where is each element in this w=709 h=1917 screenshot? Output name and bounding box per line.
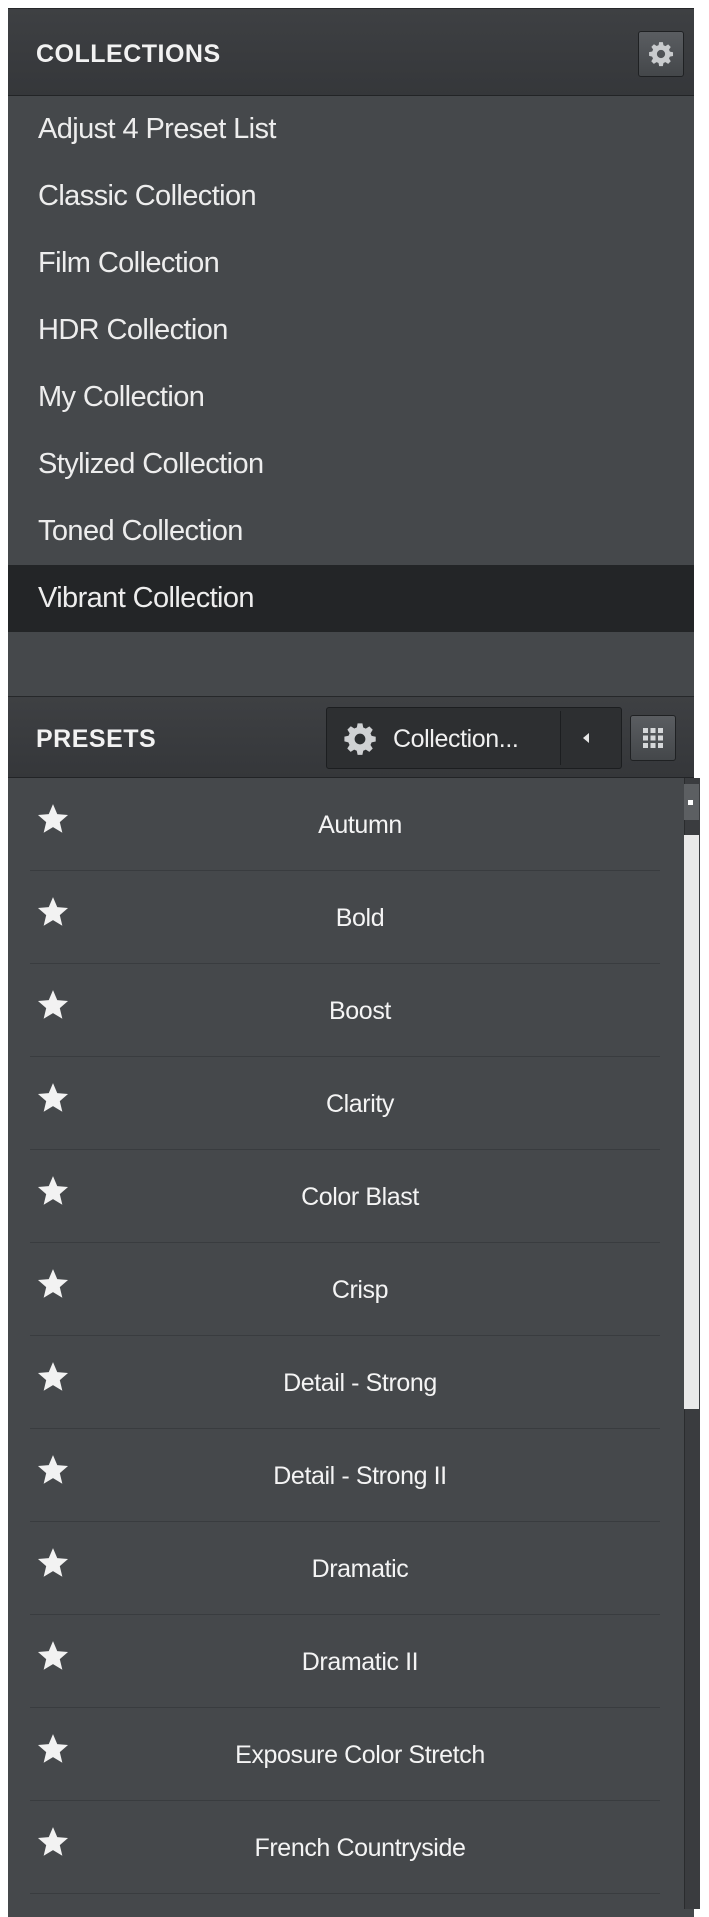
collection-item-label: Toned Collection: [38, 515, 243, 547]
preset-row[interactable]: Exposure Color Stretch: [30, 1708, 660, 1801]
dropdown-label: Collection...: [393, 725, 519, 753]
preset-name: Bold: [335, 904, 385, 932]
preset-row[interactable]: Dramatic II: [30, 1615, 660, 1708]
scroll-indicator-dot: [688, 800, 693, 805]
preset-name: Crisp: [331, 1276, 389, 1304]
preset-row[interactable]: Autumn: [30, 778, 660, 871]
scrollbar-thumb[interactable]: [684, 835, 699, 1409]
collection-item-label: Vibrant Collection: [38, 582, 255, 614]
collection-item-selected[interactable]: Vibrant Collection: [8, 565, 694, 632]
preset-row[interactable]: Detail - Strong II: [30, 1429, 660, 1522]
triangle-left-icon: [583, 733, 589, 743]
collection-item-label: HDR Collection: [38, 314, 228, 346]
collection-item-label: Stylized Collection: [38, 448, 264, 480]
preset-row[interactable]: French Countryside: [30, 1801, 660, 1894]
preset-name: Dramatic: [311, 1555, 409, 1583]
grid-view-button[interactable]: [630, 715, 676, 761]
presets-title: PRESETS: [36, 725, 157, 753]
collection-dropdown[interactable]: Collection...: [326, 707, 622, 769]
preset-name: Detail - Strong II: [273, 1462, 447, 1490]
preset-name: Boost: [329, 997, 391, 1025]
preset-name: Detail - Strong: [283, 1369, 437, 1397]
gear-icon: [649, 42, 674, 67]
dropdown-arrow-button[interactable]: [560, 711, 611, 765]
collection-item[interactable]: My Collection: [8, 364, 694, 431]
preset-row[interactable]: Clarity: [30, 1057, 660, 1150]
preset-row[interactable]: Boost: [30, 964, 660, 1057]
collection-item-label: My Collection: [38, 381, 205, 413]
preset-name: French Countryside: [254, 1834, 466, 1862]
collection-item-label: Adjust 4 Preset List: [38, 113, 276, 145]
grid-icon: [643, 728, 663, 748]
preset-row[interactable]: Color Blast: [30, 1150, 660, 1243]
preset-row[interactable]: Crisp: [30, 1243, 660, 1336]
preset-name: Clarity: [325, 1090, 395, 1118]
preset-name: Exposure Color Stretch: [235, 1741, 485, 1769]
preset-name: Autumn: [318, 811, 402, 839]
gear-icon: [344, 723, 376, 755]
collection-item[interactable]: Stylized Collection: [8, 431, 694, 498]
presets-list: Autumn Bold Boost Clarity Color Blast Cr…: [8, 778, 684, 1894]
preset-name: Color Blast: [301, 1183, 419, 1211]
collection-item-label: Film Collection: [38, 247, 220, 279]
collection-item[interactable]: HDR Collection: [8, 297, 694, 364]
preset-name: Dramatic II: [301, 1648, 419, 1676]
preset-row[interactable]: Detail - Strong: [30, 1336, 660, 1429]
collection-item[interactable]: Film Collection: [8, 230, 694, 297]
collections-list: Adjust 4 Preset List Classic Collection …: [8, 96, 694, 632]
collection-item-label: Classic Collection: [38, 180, 257, 212]
collections-header: COLLECTIONS: [8, 8, 694, 96]
presets-header: PRESETS Collection...: [8, 696, 694, 778]
collection-item[interactable]: Classic Collection: [8, 163, 694, 230]
collections-settings-button[interactable]: [638, 31, 684, 77]
collections-title: COLLECTIONS: [36, 40, 221, 68]
presets-panel: COLLECTIONS Adjust 4 Preset List Classic…: [8, 8, 694, 1917]
preset-row[interactable]: Bold: [30, 871, 660, 964]
preset-row[interactable]: Dramatic: [30, 1522, 660, 1615]
collection-item[interactable]: Toned Collection: [8, 498, 694, 565]
collection-item[interactable]: Adjust 4 Preset List: [8, 96, 694, 163]
